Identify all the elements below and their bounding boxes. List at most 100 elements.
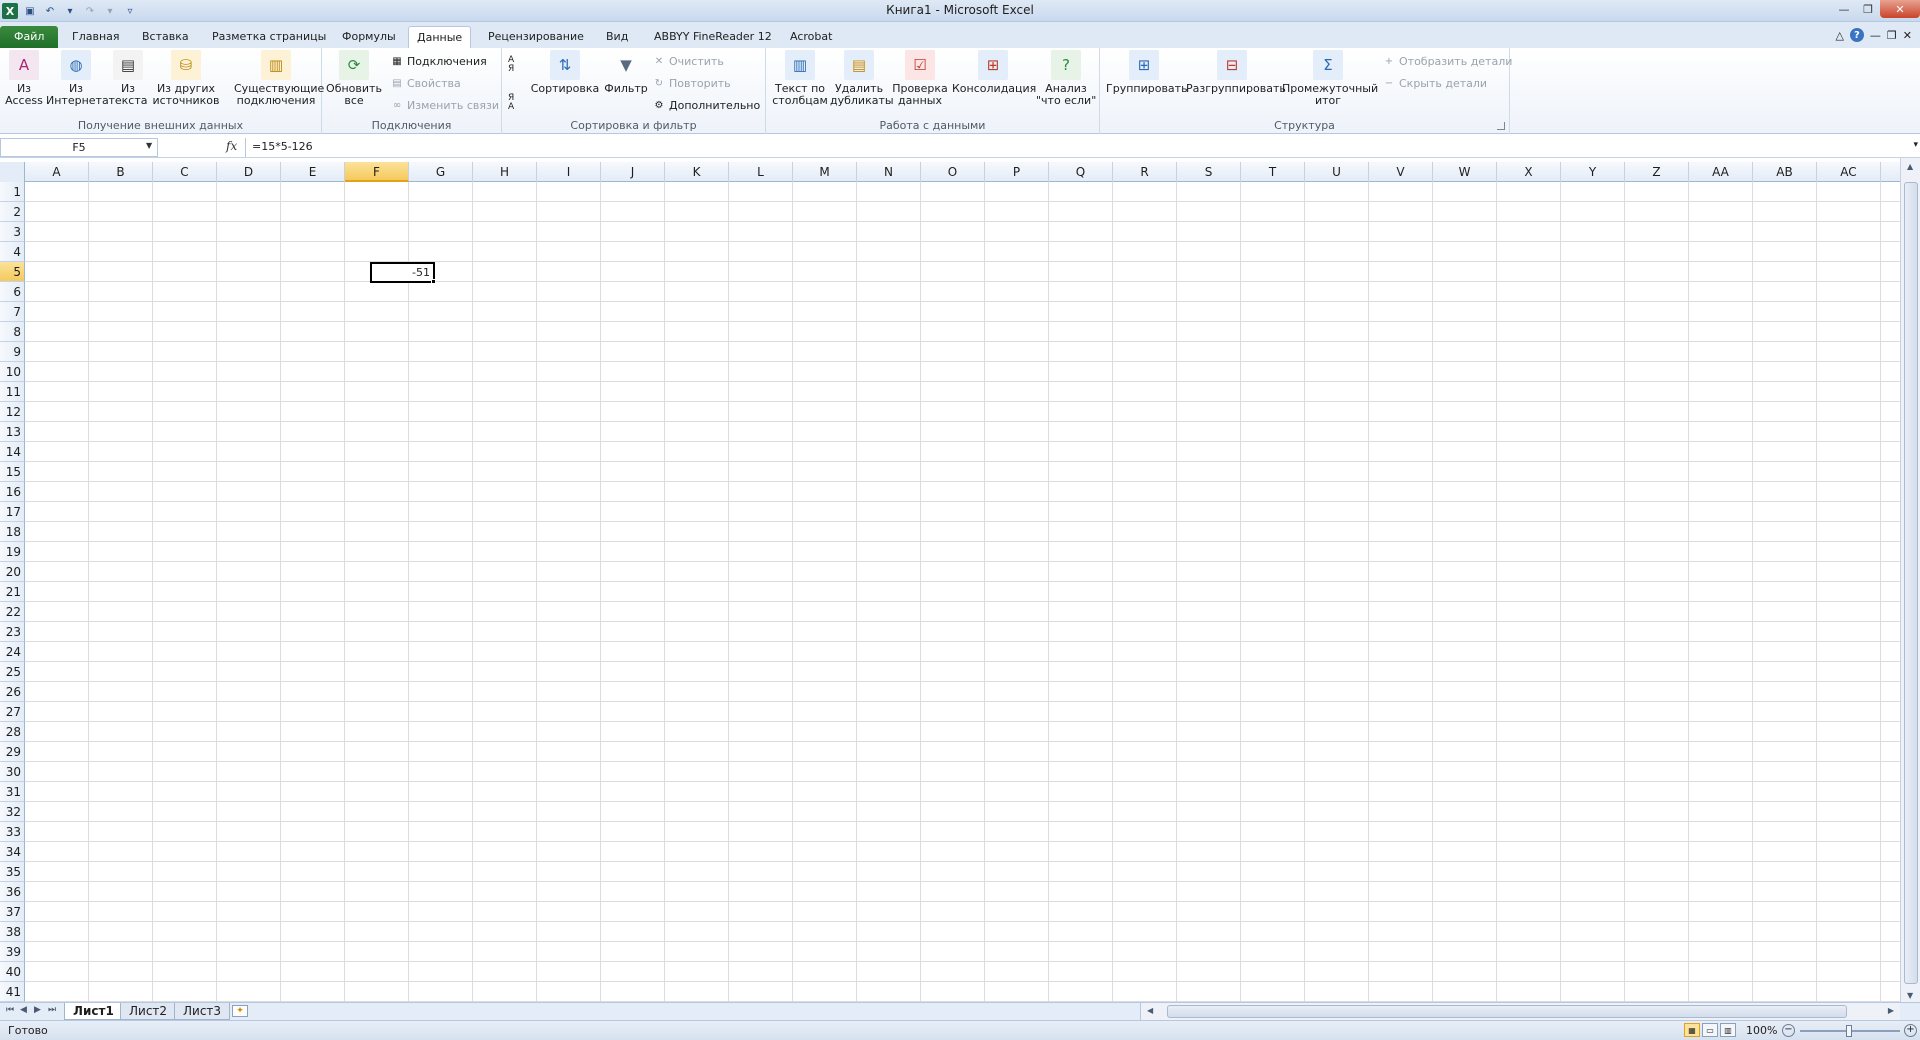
next-sheet-icon[interactable]: ▶ [34,1005,41,1015]
row-header[interactable]: 1 [0,182,25,202]
row-header[interactable]: 27 [0,702,25,722]
sheet-tab-3[interactable]: Лист3 [174,1003,231,1020]
tab-formulas[interactable]: Формулы [334,26,404,48]
column-header[interactable]: Z [1625,162,1689,182]
worksheet-grid[interactable]: A B C D E F G H I J K L M N O P Q R S T U V W X Y Z AA AB AC 1234567… [0,162,1900,1002]
row-header[interactable]: 11 [0,382,25,402]
row-header[interactable]: 35 [0,862,25,882]
page-break-view-icon[interactable]: ▥ [1720,1023,1736,1037]
close-icon[interactable]: ✕ [1880,0,1920,18]
column-header[interactable]: G [409,162,473,182]
refresh-all-button[interactable]: ⟳ Обновить все [326,50,382,107]
row-header[interactable]: 2 [0,202,25,222]
insert-function-icon[interactable]: fx [226,139,237,153]
column-header[interactable]: H [473,162,537,182]
cells-area[interactable]: -51 [25,182,1900,1002]
from-other-sources-button[interactable]: ⛁ Из других источников [150,50,222,107]
row-header[interactable]: 33 [0,822,25,842]
ungroup-button[interactable]: ⊟ Разгруппировать [1186,50,1286,95]
what-if-button[interactable]: ? Анализ "что если" [1036,50,1096,107]
column-header[interactable]: I [537,162,601,182]
normal-view-icon[interactable]: ▦ [1684,1023,1700,1037]
row-header[interactable]: 39 [0,942,25,962]
remove-duplicates-button[interactable]: ▤ Удалить дубликаты [830,50,894,107]
existing-connections-button[interactable]: ▥ Существующие подключения [234,50,324,107]
from-web-button[interactable]: ◍ Из Интернета [46,50,109,107]
subtotal-button[interactable]: Σ Промежуточный итог [1282,50,1378,107]
column-header[interactable]: E [281,162,345,182]
column-header[interactable]: O [921,162,985,182]
column-header[interactable]: D [217,162,281,182]
row-header[interactable]: 38 [0,922,25,942]
column-header[interactable]: F [345,162,409,182]
tab-file[interactable]: Файл [0,26,59,48]
row-header[interactable]: 15 [0,462,25,482]
column-header[interactable]: B [89,162,153,182]
tab-home[interactable]: Главная [64,26,128,48]
from-access-button[interactable]: A Из Access [4,50,44,107]
column-header[interactable]: AC [1817,162,1881,182]
sheet-tab-2[interactable]: Лист2 [120,1003,177,1020]
row-header[interactable]: 8 [0,322,25,342]
clear-filter-button[interactable]: ✕ Очистить [652,52,724,70]
row-header[interactable]: 3 [0,222,25,242]
row-header[interactable]: 25 [0,662,25,682]
row-header[interactable]: 14 [0,442,25,462]
page-layout-view-icon[interactable]: ▭ [1702,1023,1718,1037]
column-header[interactable]: T [1241,162,1305,182]
first-sheet-icon[interactable]: ⏮ [6,1005,14,1015]
row-header[interactable]: 30 [0,762,25,782]
formula-input[interactable]: =15*5-126 [252,140,313,153]
row-header[interactable]: 19 [0,542,25,562]
minimize-icon[interactable]: — [1832,0,1856,18]
minimize-ribbon-icon[interactable]: △ [1835,29,1843,42]
tab-review[interactable]: Рецензирование [480,26,592,48]
column-header[interactable]: S [1177,162,1241,182]
row-header[interactable]: 16 [0,482,25,502]
column-header[interactable]: AA [1689,162,1753,182]
row-header[interactable]: 29 [0,742,25,762]
row-header[interactable]: 41 [0,982,25,1002]
zoom-out-icon[interactable]: − [1782,1024,1795,1037]
vertical-scrollbar[interactable]: ▲ ▼ [1900,158,1920,1004]
row-header[interactable]: 24 [0,642,25,662]
prev-sheet-icon[interactable]: ◀ [20,1005,27,1015]
column-header[interactable]: Y [1561,162,1625,182]
row-header[interactable]: 22 [0,602,25,622]
help-icon[interactable]: ? [1849,28,1864,42]
column-header[interactable]: L [729,162,793,182]
tab-abbyy[interactable]: ABBYY FineReader 12 [646,26,780,48]
row-header[interactable]: 18 [0,522,25,542]
column-header[interactable]: U [1305,162,1369,182]
scroll-right-icon[interactable]: ▶ [1888,1006,1894,1015]
row-header[interactable]: 5 [0,262,25,282]
name-box[interactable]: F5 [0,138,158,157]
row-header[interactable]: 26 [0,682,25,702]
group-button[interactable]: ⊞ Группировать [1106,50,1188,95]
tab-data[interactable]: Данные [408,26,472,48]
column-header[interactable]: V [1369,162,1433,182]
tab-page-layout[interactable]: Разметка страницы [204,26,334,48]
row-header[interactable]: 36 [0,882,25,902]
advanced-filter-button[interactable]: ⚙ Дополнительно [652,96,761,114]
row-header[interactable]: 7 [0,302,25,322]
filter-button[interactable]: ▼ Фильтр [604,50,648,95]
connections-button[interactable]: ▦ Подключения [390,52,487,70]
row-header[interactable]: 31 [0,782,25,802]
reapply-button[interactable]: ↻ Повторить [652,74,731,92]
column-header[interactable]: AB [1753,162,1817,182]
edit-links-button[interactable]: ∞ Изменить связи [390,96,499,114]
column-header[interactable]: W [1433,162,1497,182]
last-sheet-icon[interactable]: ⏭ [48,1005,56,1015]
row-header[interactable]: 17 [0,502,25,522]
row-header[interactable]: 20 [0,562,25,582]
zoom-level[interactable]: 100% [1746,1024,1777,1037]
row-header[interactable]: 21 [0,582,25,602]
column-header[interactable]: C [153,162,217,182]
row-header[interactable]: 13 [0,422,25,442]
tab-insert[interactable]: Вставка [134,26,197,48]
sort-button[interactable]: ⇅ Сортировка [530,50,600,95]
row-header[interactable]: 37 [0,902,25,922]
select-all-corner[interactable] [0,162,25,182]
row-header[interactable]: 32 [0,802,25,822]
